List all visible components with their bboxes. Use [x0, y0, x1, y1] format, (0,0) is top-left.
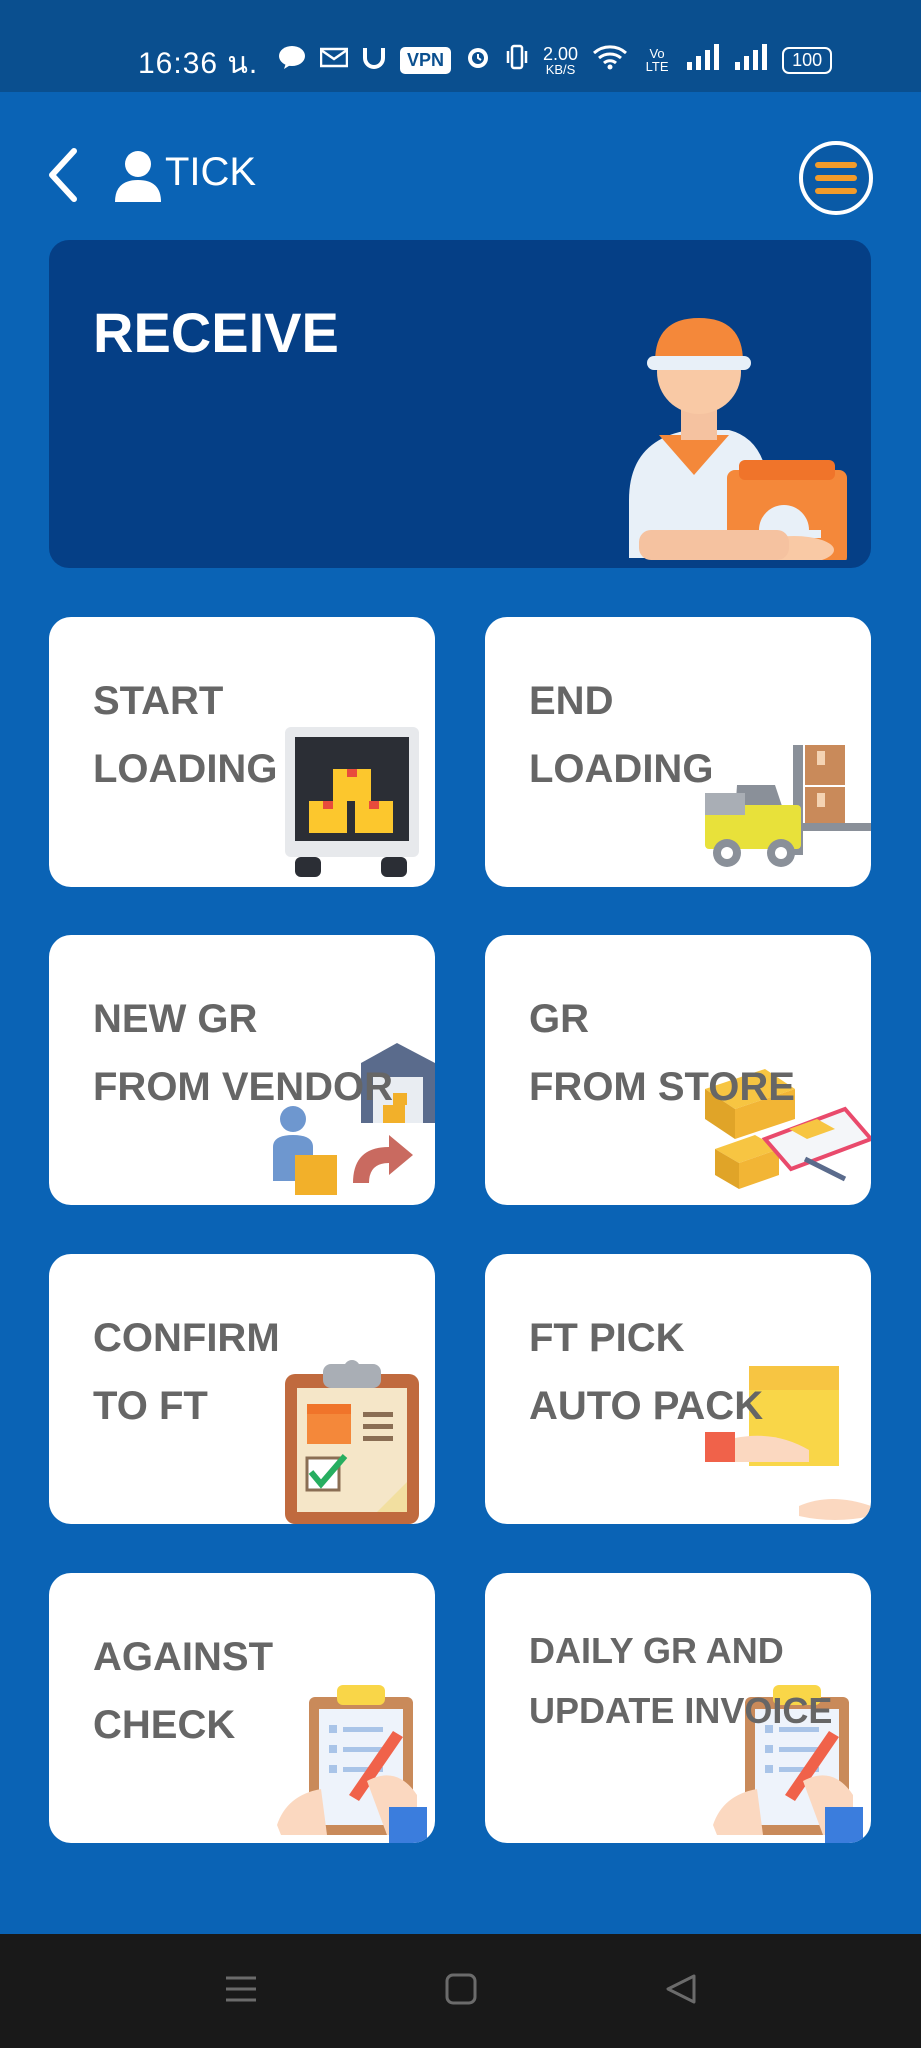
tile-daily-gr-update-invoice[interactable]: DAILY GR AND UPDATE INVOICE [485, 1573, 871, 1843]
tile-label-line1: FT PICK [529, 1316, 685, 1360]
tile-label: START LOADING [93, 667, 277, 803]
status-time: 16:36 น. [138, 47, 259, 80]
vibrate-icon [505, 44, 529, 76]
clipboard-check-illustration [285, 1360, 421, 1524]
tile-label-line2: AUTO PACK [529, 1384, 764, 1428]
vpn-badge: VPN [400, 46, 452, 74]
clipboard-writing-illustration [277, 1685, 427, 1843]
tile-label-line2: FROM VENDOR [93, 1065, 393, 1109]
tile-new-gr-from-vendor[interactable]: NEW GR FROM VENDOR [49, 935, 435, 1205]
net-speed-unit: KB/S [545, 61, 576, 77]
tile-gr-from-store[interactable]: GR FROM STORE [485, 935, 871, 1205]
tile-label-line1: START [93, 679, 224, 723]
tile-ft-pick-auto-pack[interactable]: FT PICK AUTO PACK [485, 1254, 871, 1524]
tile-confirm-to-ft[interactable]: CONFIRM TO FT [49, 1254, 435, 1524]
user-icon [113, 150, 163, 202]
back-triangle-icon[interactable] [664, 1972, 698, 2011]
tile-label-line1: DAILY GR AND [529, 1630, 784, 1671]
system-nav-bar [0, 1934, 921, 2048]
banner-title: RECEIVE [93, 301, 339, 364]
net-speed-value: 2.00 [543, 43, 579, 64]
tile-label: AGAINST CHECK [93, 1623, 273, 1759]
tile-label-line1: NEW GR [93, 997, 258, 1041]
signal-icon [734, 44, 768, 76]
alarm-icon [465, 44, 491, 76]
tile-label-line2: LOADING [529, 747, 714, 791]
forklift-illustration [705, 745, 871, 875]
delivery-man-illustration [619, 300, 859, 565]
tile-label-line2: CHECK [93, 1703, 236, 1747]
home-icon[interactable] [444, 1972, 478, 2011]
tile-label-line2: LOADING [93, 747, 278, 791]
tile-label: DAILY GR AND UPDATE INVOICE [529, 1621, 832, 1741]
recent-apps-icon[interactable] [224, 1972, 258, 2011]
truck-boxes-illustration [285, 727, 419, 882]
line-icon [278, 45, 306, 75]
battery-icon: 100 [782, 46, 833, 74]
tile-label-line2: UPDATE INVOICE [529, 1690, 833, 1731]
tile-label-line2: FROM STORE [529, 1065, 795, 1109]
volte-icon: Vo LTE [645, 46, 669, 74]
status-bar: 16:36 น. VPN 2.00 KB/S Vo LTE 100 [0, 0, 921, 92]
tile-end-loading[interactable]: END LOADING [485, 617, 871, 887]
tile-label: END LOADING [529, 667, 713, 803]
tile-label: CONFIRM TO FT [93, 1304, 280, 1440]
tile-label: FT PICK AUTO PACK [529, 1304, 763, 1440]
status-icons: VPN 2.00 KB/S Vo LTE 100 [278, 44, 833, 76]
tile-label-line1: AGAINST [93, 1635, 273, 1679]
tile-label-line1: END [529, 679, 614, 723]
signal-icon [686, 44, 720, 76]
receive-banner: RECEIVE [49, 240, 871, 568]
wifi-icon [592, 44, 628, 76]
menu-icon[interactable] [799, 141, 873, 215]
network-speed: 2.00 KB/S [543, 45, 578, 76]
tile-label-line2: TO FT [93, 1384, 208, 1428]
tile-against-check[interactable]: AGAINST CHECK [49, 1573, 435, 1843]
magnet-icon [362, 44, 386, 76]
mail-icon [319, 46, 349, 74]
tile-label: NEW GR FROM VENDOR [93, 985, 393, 1121]
tile-label-line1: GR [529, 997, 589, 1041]
tile-label: GR FROM STORE [529, 985, 795, 1121]
back-icon[interactable] [44, 145, 80, 205]
tile-label-line1: CONFIRM [93, 1316, 280, 1360]
tile-start-loading[interactable]: START LOADING [49, 617, 435, 887]
page-title: TICK [165, 150, 257, 194]
